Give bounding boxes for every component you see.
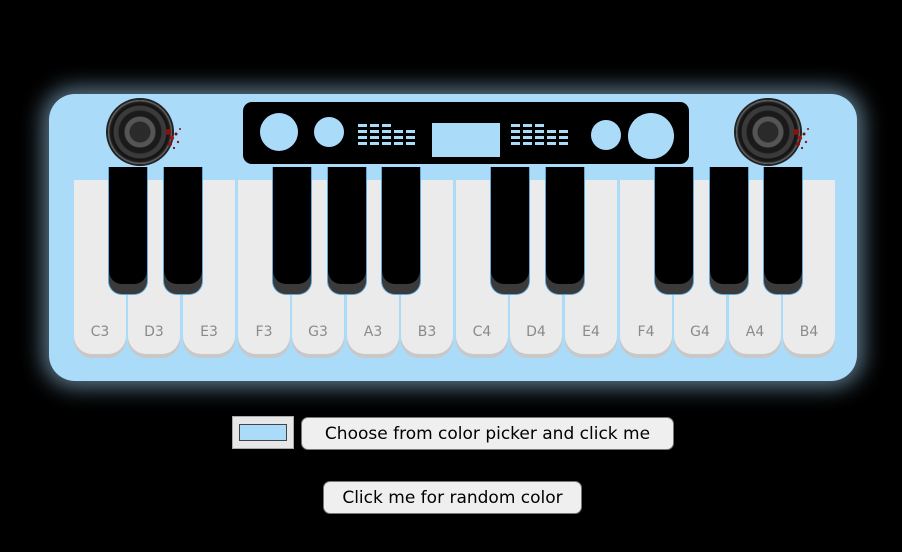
panel-display <box>432 123 500 157</box>
black-key-d-sharp3[interactable] <box>163 167 203 295</box>
black-key-a-sharp4[interactable] <box>763 167 803 295</box>
key-label: C4 <box>472 324 492 340</box>
black-key-c-sharp4[interactable] <box>490 167 530 295</box>
grille-slot <box>406 130 415 133</box>
key-label: A4 <box>745 324 765 340</box>
black-key-c-sharp3[interactable] <box>108 167 148 295</box>
grille-slot <box>358 124 367 127</box>
grille-slot <box>511 124 520 127</box>
grille-slot <box>523 136 532 139</box>
grille-slot <box>382 130 391 133</box>
grille-slot <box>547 142 556 145</box>
key-label: D4 <box>526 324 546 340</box>
color-picker-swatch <box>239 424 287 441</box>
paint-splatter-right-icon <box>793 128 809 150</box>
grille-slot <box>358 142 367 145</box>
grille-slot <box>370 124 379 127</box>
grille-slot <box>535 136 544 139</box>
key-label: F4 <box>637 324 655 340</box>
grille-slot <box>370 130 379 133</box>
panel-grille-right <box>511 124 573 146</box>
key-label: F3 <box>255 324 273 340</box>
speaker-left-icon <box>108 100 172 164</box>
key-label: G4 <box>690 324 710 340</box>
knob-icon <box>591 120 621 150</box>
grille-slot <box>382 136 391 139</box>
grille-slot <box>382 142 391 145</box>
grille-slot <box>394 142 403 145</box>
grille-slot <box>394 130 403 133</box>
grille-slot <box>358 136 367 139</box>
key-label: B4 <box>799 324 819 340</box>
control-panel <box>243 102 689 164</box>
key-label: C3 <box>90 324 110 340</box>
apply-picked-color-button[interactable]: Choose from color picker and click me <box>301 417 674 450</box>
key-label: B3 <box>417 324 437 340</box>
grille-slot <box>370 136 379 139</box>
knob-icon <box>314 117 344 147</box>
speaker-right-icon <box>736 100 800 164</box>
grille-slot <box>358 130 367 133</box>
black-key-a-sharp3[interactable] <box>381 167 421 295</box>
key-label: G3 <box>308 324 328 340</box>
grille-slot <box>559 142 568 145</box>
grille-slot <box>394 136 403 139</box>
grille-slot <box>559 130 568 133</box>
key-label: E4 <box>582 324 600 340</box>
key-label: D3 <box>144 324 164 340</box>
black-key-f-sharp3[interactable] <box>272 167 312 295</box>
grille-slot <box>382 124 391 127</box>
grille-slot <box>547 136 556 139</box>
grille-slot <box>547 130 556 133</box>
grille-slot <box>535 130 544 133</box>
black-key-g-sharp3[interactable] <box>327 167 367 295</box>
paint-splatter-left-icon <box>165 128 181 150</box>
panel-grille-left <box>358 124 420 146</box>
key-label: E3 <box>200 324 218 340</box>
grille-slot <box>406 142 415 145</box>
black-key-f-sharp4[interactable] <box>654 167 694 295</box>
grille-slot <box>406 136 415 139</box>
knob-icon <box>260 113 298 151</box>
grille-slot <box>511 130 520 133</box>
grille-slot <box>523 130 532 133</box>
grille-slot <box>535 142 544 145</box>
grille-slot <box>535 124 544 127</box>
grille-slot <box>511 142 520 145</box>
grille-slot <box>523 124 532 127</box>
color-picker-input[interactable] <box>232 416 294 449</box>
black-key-d-sharp4[interactable] <box>545 167 585 295</box>
black-key-g-sharp4[interactable] <box>709 167 749 295</box>
app-stage: C3 D3 E3 F3 G3 A3 B3 C4 D4 E4 F4 G4 A4 B4 Choose from… <box>0 0 902 552</box>
grille-slot <box>559 136 568 139</box>
random-color-button[interactable]: Click me for random color <box>323 481 582 514</box>
grille-slot <box>370 142 379 145</box>
knob-icon <box>628 113 674 159</box>
key-label: A3 <box>363 324 383 340</box>
grille-slot <box>523 142 532 145</box>
grille-slot <box>511 136 520 139</box>
